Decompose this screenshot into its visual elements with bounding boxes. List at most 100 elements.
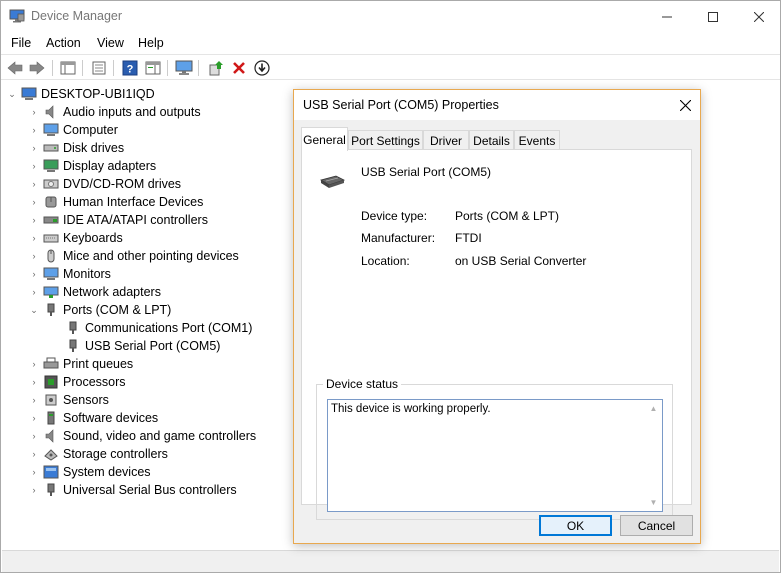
expand-chevron-icon[interactable]: › bbox=[29, 391, 39, 409]
device-status-textbox[interactable]: This device is working properly. ▲ ▼ bbox=[327, 399, 663, 512]
tree-item-label: System devices bbox=[63, 465, 151, 479]
expand-chevron-icon[interactable]: › bbox=[29, 229, 39, 247]
toolbar-separator bbox=[52, 60, 53, 76]
expand-chevron-icon[interactable]: › bbox=[29, 427, 39, 445]
tree-item-label: Keyboards bbox=[63, 231, 123, 245]
show-hide-console-tree-icon[interactable] bbox=[58, 58, 78, 78]
tree-item-disk-drives[interactable]: › Disk drives bbox=[29, 139, 125, 157]
tree-item-hid[interactable]: › Human Interface Devices bbox=[29, 193, 204, 211]
tab-details[interactable]: Details bbox=[469, 130, 514, 150]
expand-chevron-icon[interactable]: › bbox=[29, 445, 39, 463]
scroll-down-icon[interactable]: ▼ bbox=[645, 494, 662, 511]
cancel-button[interactable]: Cancel bbox=[620, 515, 693, 536]
update-driver-icon[interactable] bbox=[206, 58, 226, 78]
expand-chevron-icon[interactable]: › bbox=[29, 139, 39, 157]
download-arrow-icon[interactable] bbox=[252, 58, 272, 78]
port-connector-icon bbox=[43, 303, 59, 317]
maximize-button[interactable] bbox=[690, 1, 736, 32]
scroll-up-icon[interactable]: ▲ bbox=[645, 400, 662, 417]
tree-root[interactable]: ⌄ DESKTOP-UBI1IQD bbox=[7, 85, 154, 103]
sensor-icon bbox=[43, 393, 59, 407]
tab-driver[interactable]: Driver bbox=[423, 130, 469, 150]
action-pane-icon[interactable] bbox=[143, 58, 163, 78]
tree-item-print-queues[interactable]: › Print queues bbox=[29, 355, 134, 373]
tree-item-processors[interactable]: › Processors bbox=[29, 373, 126, 391]
dialog-title-bar[interactable]: USB Serial Port (COM5) Properties bbox=[294, 90, 700, 120]
tree-item-software-devices[interactable]: › Software devices bbox=[29, 409, 159, 427]
tab-events[interactable]: Events bbox=[514, 130, 560, 150]
expand-chevron-icon[interactable]: › bbox=[29, 103, 39, 121]
tree-item-label: Display adapters bbox=[63, 159, 157, 173]
tree-item-label: Sensors bbox=[63, 393, 109, 407]
device-type-value: Ports (COM & LPT) bbox=[455, 209, 560, 223]
menu-view[interactable]: View bbox=[97, 36, 124, 50]
ok-button[interactable]: OK bbox=[539, 515, 612, 536]
tree-item-usb[interactable]: › Universal Serial Bus controllers bbox=[29, 481, 237, 499]
tree-item-label: Sound, video and game controllers bbox=[63, 429, 257, 443]
tree-item-label: Processors bbox=[63, 375, 126, 389]
expand-chevron-icon[interactable]: › bbox=[29, 211, 39, 229]
network-adapter-icon bbox=[43, 285, 59, 299]
ide-controller-icon bbox=[43, 213, 59, 227]
tree-item-keyboards[interactable]: › Keyboards bbox=[29, 229, 123, 247]
collapse-chevron-icon[interactable]: ⌄ bbox=[29, 301, 39, 319]
expand-chevron-icon[interactable]: › bbox=[29, 481, 39, 499]
expand-chevron-icon[interactable]: › bbox=[29, 247, 39, 265]
monitor-icon[interactable] bbox=[174, 58, 194, 78]
expand-chevron-icon[interactable]: › bbox=[29, 193, 39, 211]
tree-item-com1[interactable]: Communications Port (COM1) bbox=[51, 319, 252, 337]
uninstall-x-icon[interactable] bbox=[229, 58, 249, 78]
tab-port-settings[interactable]: Port Settings bbox=[348, 130, 423, 150]
tree-item-label: Network adapters bbox=[63, 285, 161, 299]
tree-item-com5[interactable]: USB Serial Port (COM5) bbox=[51, 337, 220, 355]
expand-chevron-icon[interactable]: › bbox=[29, 409, 39, 427]
collapse-chevron-icon[interactable]: ⌄ bbox=[7, 85, 17, 103]
tree-item-system[interactable]: › System devices bbox=[29, 463, 151, 481]
tab-general[interactable]: General bbox=[301, 127, 348, 151]
expand-chevron-icon[interactable]: › bbox=[29, 355, 39, 373]
tree-item-monitors[interactable]: › Monitors bbox=[29, 265, 111, 283]
expand-chevron-icon[interactable]: › bbox=[29, 121, 39, 139]
tree-item-sound[interactable]: › Sound, video and game controllers bbox=[29, 427, 257, 445]
dialog-title: USB Serial Port (COM5) Properties bbox=[303, 98, 499, 112]
expand-chevron-icon[interactable]: › bbox=[29, 157, 39, 175]
dialog-close-button[interactable] bbox=[670, 90, 700, 120]
toolbar-separator bbox=[82, 60, 83, 76]
menu-file[interactable]: File bbox=[11, 36, 31, 50]
tree-item-display-adapters[interactable]: › Display adapters bbox=[29, 157, 157, 175]
tree-item-audio[interactable]: › Audio inputs and outputs bbox=[29, 103, 201, 121]
expand-chevron-icon[interactable]: › bbox=[29, 283, 39, 301]
minimize-button[interactable] bbox=[644, 1, 690, 32]
tree-item-label: Ports (COM & LPT) bbox=[63, 303, 172, 317]
tree-item-ports[interactable]: ⌄ Ports (COM & LPT) bbox=[29, 301, 171, 319]
tree-item-computer[interactable]: › Computer bbox=[29, 121, 118, 139]
close-window-button[interactable] bbox=[736, 1, 781, 32]
expand-chevron-icon[interactable]: › bbox=[29, 463, 39, 481]
tree-item-label: Mice and other pointing devices bbox=[63, 249, 239, 263]
status-scrollbar[interactable]: ▲ ▼ bbox=[645, 400, 662, 511]
help-icon[interactable]: ? bbox=[120, 58, 140, 78]
menu-action[interactable]: Action bbox=[46, 36, 81, 50]
title-bar[interactable]: Device Manager bbox=[1, 1, 780, 32]
tree-item-label: Universal Serial Bus controllers bbox=[63, 483, 237, 497]
expand-chevron-icon[interactable]: › bbox=[29, 175, 39, 193]
properties-dialog: USB Serial Port (COM5) Properties Genera… bbox=[293, 89, 701, 544]
general-tab-panel: USB Serial Port (COM5) Device type: Port… bbox=[301, 149, 692, 520]
toolbar: ? bbox=[1, 54, 780, 80]
forward-arrow-icon[interactable] bbox=[27, 58, 47, 78]
speaker-icon bbox=[43, 105, 59, 119]
tree-item-dvd[interactable]: › DVD/CD-ROM drives bbox=[29, 175, 182, 193]
tree-item-storage[interactable]: › Storage controllers bbox=[29, 445, 168, 463]
expand-chevron-icon[interactable]: › bbox=[29, 373, 39, 391]
tree-item-sensors[interactable]: › Sensors bbox=[29, 391, 109, 409]
back-arrow-icon[interactable] bbox=[5, 58, 25, 78]
svg-text:?: ? bbox=[127, 64, 134, 76]
tree-item-network[interactable]: › Network adapters bbox=[29, 283, 161, 301]
software-device-icon bbox=[43, 411, 59, 425]
tree-item-mice[interactable]: › Mice and other pointing devices bbox=[29, 247, 239, 265]
menu-help[interactable]: Help bbox=[138, 36, 164, 50]
tree-item-ide[interactable]: › IDE ATA/ATAPI controllers bbox=[29, 211, 208, 229]
location-value: on USB Serial Converter bbox=[455, 254, 587, 268]
properties-icon[interactable] bbox=[89, 58, 109, 78]
expand-chevron-icon[interactable]: › bbox=[29, 265, 39, 283]
